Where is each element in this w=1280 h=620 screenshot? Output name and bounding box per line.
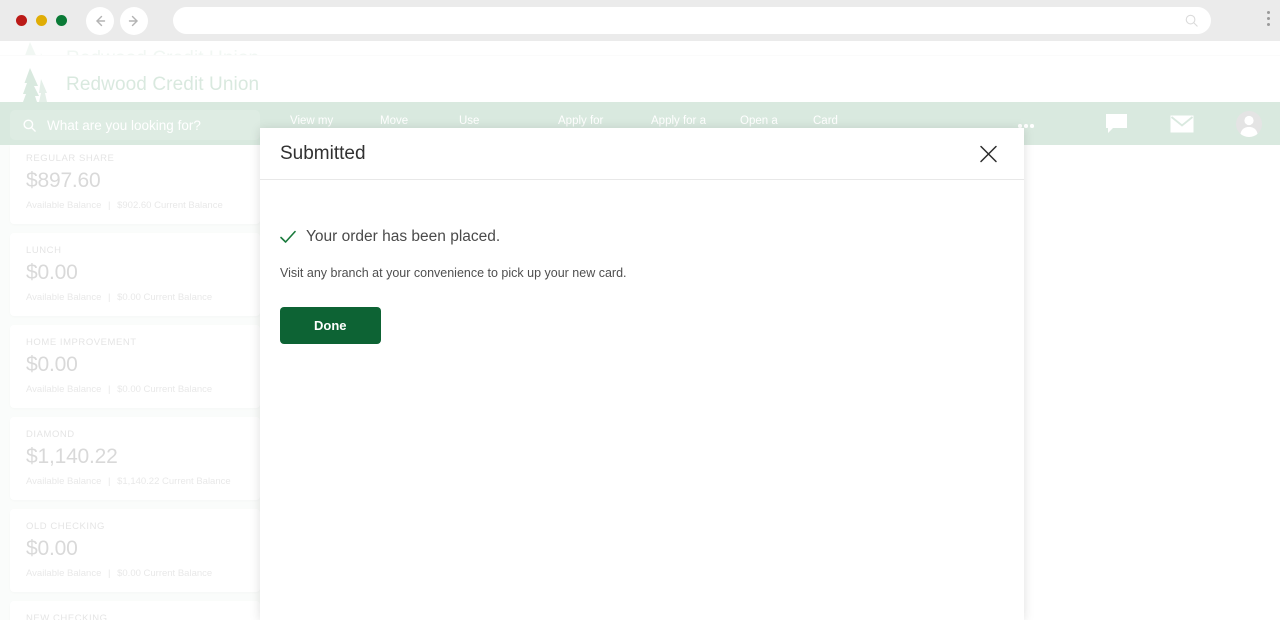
nav-item-use[interactable]: Use	[459, 115, 558, 127]
account-card[interactable]: OLD CHECKING $0.00 Available Balance | $…	[10, 509, 260, 592]
account-card[interactable]: DIAMOND $1,140.22 Available Balance | $1…	[10, 417, 260, 500]
done-button[interactable]: Done	[280, 307, 381, 344]
redwood-tree-logo-icon	[25, 42, 42, 55]
nav-item-apply-for[interactable]: Apply for	[558, 115, 651, 127]
account-balance-line: Available Balance | $1,140.22 Current Ba…	[26, 476, 244, 487]
available-balance-label: Available Balance	[26, 200, 102, 211]
header-icon-group	[1105, 102, 1262, 145]
current-balance-label: $902.60 Current Balance	[117, 200, 223, 211]
search-icon	[23, 118, 36, 132]
address-bar[interactable]	[173, 7, 1211, 34]
account-card[interactable]: REGULAR SHARE $897.60 Available Balance …	[10, 145, 260, 224]
account-card[interactable]: NEW CHECKING $21.72 Available Balance | …	[10, 601, 260, 620]
address-input[interactable]	[173, 7, 1173, 34]
browser-menu-button[interactable]	[1267, 11, 1270, 26]
close-x-icon	[980, 145, 997, 162]
nav-more-button[interactable]	[1018, 124, 1034, 128]
account-amount: $0.00	[26, 353, 78, 376]
account-name: LUNCH	[26, 245, 62, 256]
ellipsis-icon	[1030, 124, 1034, 128]
ellipsis-icon	[1024, 124, 1028, 128]
account-amount: $0.00	[26, 261, 78, 284]
current-balance-label: $0.00 Current Balance	[117, 292, 213, 303]
current-balance-label: $1,140.22 Current Balance	[117, 476, 231, 487]
modal-header: Submitted	[260, 128, 1024, 180]
brand-bar: Redwood Credit Union	[0, 56, 1280, 106]
search-icon	[1184, 13, 1199, 33]
available-balance-label: Available Balance	[26, 384, 102, 395]
separator: |	[108, 384, 111, 395]
accounts-sidebar[interactable]: REGULAR SHARE $897.60 Available Balance …	[0, 145, 270, 620]
account-balance-line: Available Balance | $902.60 Current Bala…	[26, 200, 244, 211]
nav-item-open-a[interactable]: Open a	[740, 115, 813, 127]
envelope-icon	[1170, 115, 1194, 132]
account-balance-line: Available Balance | $0.00 Current Balanc…	[26, 384, 244, 395]
account-name: HOME IMPROVEMENT	[26, 337, 137, 348]
close-window-button[interactable]	[16, 15, 27, 26]
separator: |	[108, 292, 111, 303]
account-card[interactable]: LUNCH $0.00 Available Balance | $0.00 Cu…	[10, 233, 260, 316]
brand-logo[interactable]: Redwood Credit Union	[20, 66, 259, 104]
nav-item-card[interactable]: Card	[813, 115, 873, 127]
browser-nav-buttons	[86, 7, 148, 35]
brand-ghost: Redwood Credit Union	[20, 41, 259, 55]
modal-note: Visit any branch at your convenience to …	[280, 266, 627, 280]
back-button[interactable]	[86, 7, 114, 35]
separator: |	[108, 568, 111, 579]
back-arrow-icon	[96, 15, 106, 27]
available-balance-label: Available Balance	[26, 568, 102, 579]
user-avatar[interactable]	[1236, 110, 1262, 137]
success-message: Your order has been placed.	[280, 228, 1004, 246]
submitted-modal: Submitted Your order has been placed. Vi…	[260, 128, 1024, 620]
chat-button[interactable]	[1105, 113, 1128, 135]
page-content: Redwood Credit Union Redwood Credit Unio…	[0, 41, 1280, 620]
account-name: REGULAR SHARE	[26, 153, 115, 164]
success-text: Your order has been placed.	[306, 228, 501, 245]
check-mark-icon	[280, 230, 296, 243]
account-name: NEW CHECKING	[26, 613, 108, 620]
site-search[interactable]	[10, 110, 260, 140]
current-balance-label: $0.00 Current Balance	[117, 568, 213, 579]
messages-button[interactable]	[1170, 115, 1194, 133]
window-controls	[16, 15, 67, 26]
separator: |	[108, 476, 111, 487]
kebab-menu-icon	[1267, 11, 1270, 14]
minimize-window-button[interactable]	[36, 15, 47, 26]
browser-chrome	[0, 0, 1280, 41]
account-amount: $1,140.22	[26, 445, 118, 468]
brand-name: Redwood Credit Union	[66, 74, 260, 95]
account-name: DIAMOND	[26, 429, 75, 440]
account-balance-line: Available Balance | $0.00 Current Balanc…	[26, 568, 244, 579]
nav-item-view-my[interactable]: View my	[290, 115, 380, 127]
app-root: Redwood Credit Union Redwood Credit Unio…	[0, 0, 1280, 620]
kebab-menu-icon	[1267, 23, 1270, 26]
close-modal-button[interactable]	[975, 140, 1002, 167]
brand-name-ghost: Redwood Credit Union	[66, 48, 259, 55]
available-balance-label: Available Balance	[26, 476, 102, 487]
nav-item-apply-for-a[interactable]: Apply for a	[651, 115, 740, 127]
account-name: OLD CHECKING	[26, 521, 105, 532]
user-avatar-icon	[1240, 115, 1258, 137]
account-card[interactable]: HOME IMPROVEMENT $0.00 Available Balance…	[10, 325, 260, 408]
modal-title: Submitted	[280, 142, 366, 164]
kebab-menu-icon	[1267, 17, 1270, 20]
chat-bubble-icon	[1106, 113, 1127, 133]
account-amount: $897.60	[26, 169, 101, 192]
ellipsis-icon	[1018, 124, 1022, 128]
current-balance-label: $0.00 Current Balance	[117, 384, 213, 395]
forward-button[interactable]	[120, 7, 148, 35]
available-balance-label: Available Balance	[26, 292, 102, 303]
account-balance-line: Available Balance | $0.00 Current Balanc…	[26, 292, 244, 303]
separator: |	[108, 200, 111, 211]
search-input[interactable]	[47, 117, 248, 133]
forward-arrow-icon	[128, 15, 138, 27]
account-amount: $0.00	[26, 537, 78, 560]
nav-item-move[interactable]: Move	[380, 115, 459, 127]
redwood-tree-logo-icon	[23, 68, 47, 102]
maximize-window-button[interactable]	[56, 15, 67, 26]
sticky-header-ghost: Redwood Credit Union	[0, 41, 1280, 56]
modal-body: Your order has been placed. Visit any br…	[260, 180, 1024, 620]
